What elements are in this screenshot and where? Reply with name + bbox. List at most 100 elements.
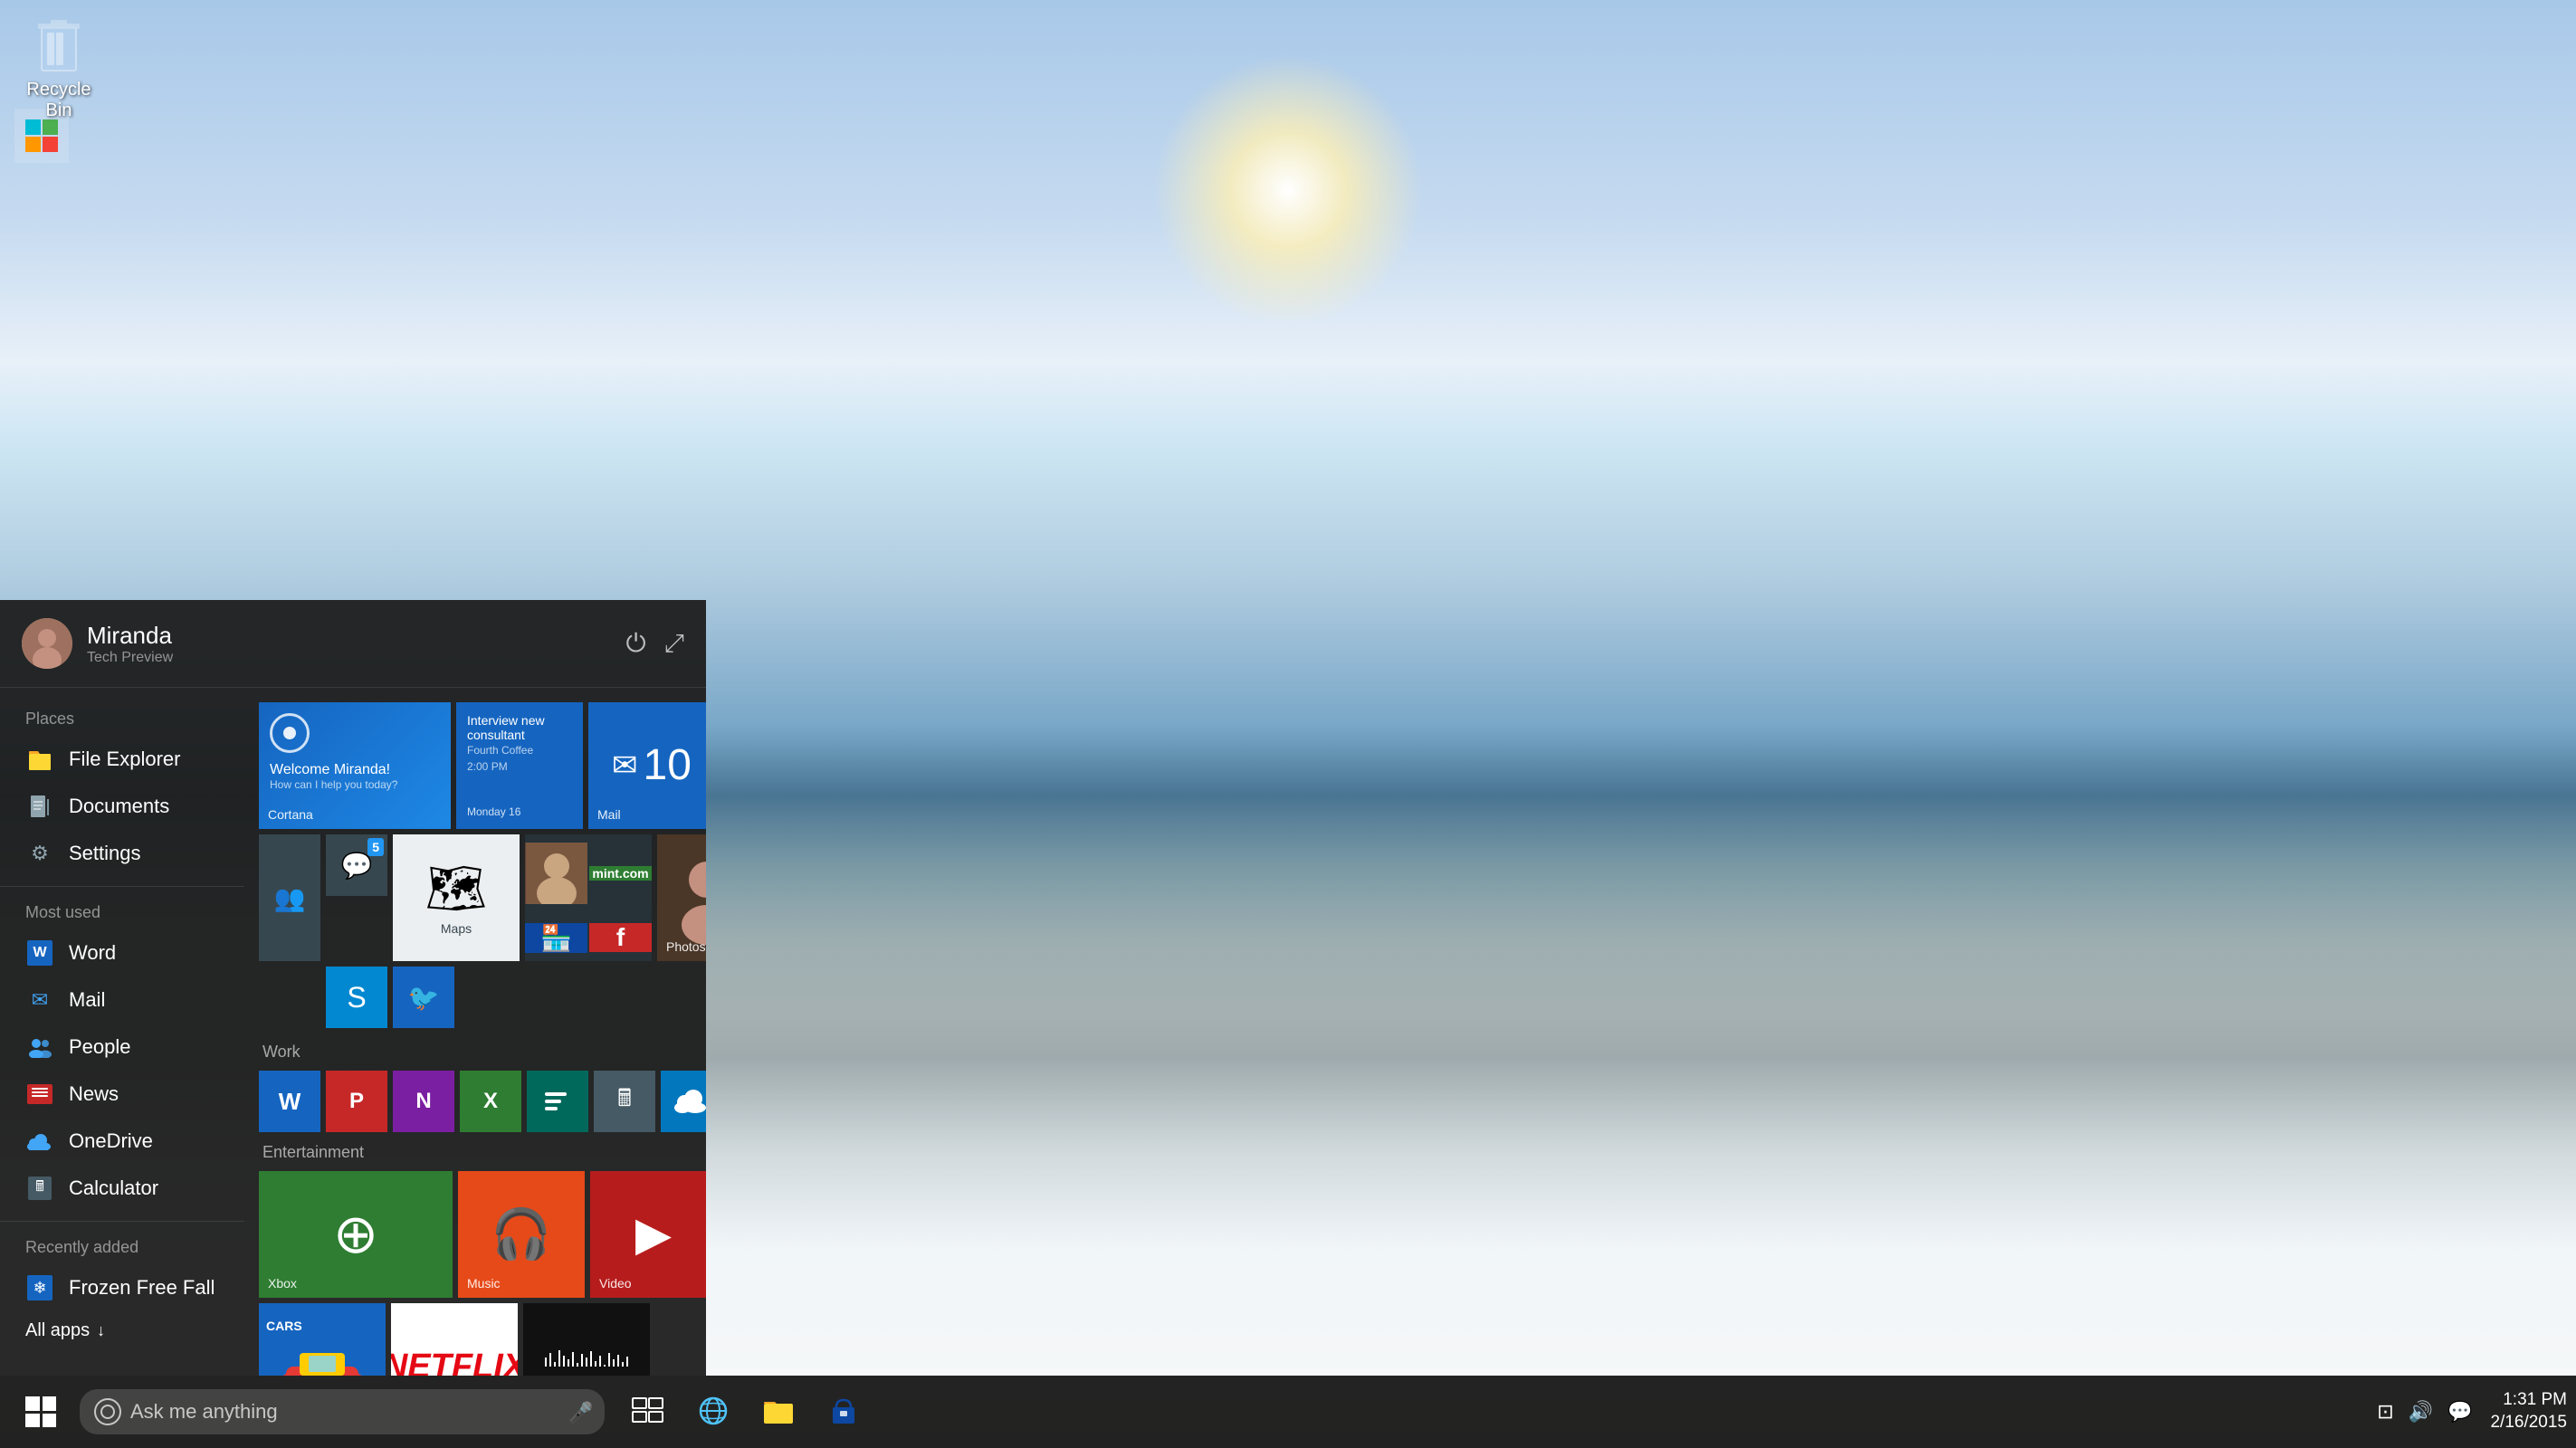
taskbar-clock[interactable]: 1:31 PM 2/16/2015: [2490, 1389, 2567, 1434]
sidebar-item-news[interactable]: News: [0, 1071, 244, 1118]
places-section-title: Places: [0, 702, 244, 736]
search-circle-icon: [94, 1398, 121, 1425]
taskbar-apps: [619, 1385, 873, 1439]
sidebar-item-mail[interactable]: ✉ Mail: [0, 976, 244, 1024]
settings-icon: ⚙: [25, 839, 54, 868]
music-tile[interactable]: 🎧 Music: [458, 1171, 585, 1298]
calendar-event: Interview new consultant: [467, 713, 572, 742]
network-icon[interactable]: ⊡: [2377, 1400, 2393, 1424]
project-tile[interactable]: [527, 1071, 588, 1132]
word-icon: W: [25, 938, 54, 967]
taskbar-app-ie[interactable]: [684, 1385, 742, 1439]
start-menu-left: Places File Explorer: [0, 688, 244, 1376]
settings-label: Settings: [69, 842, 141, 865]
header-actions: ⏻ ⤢: [625, 629, 684, 659]
word-work-tile[interactable]: W: [259, 1071, 320, 1132]
volume-icon[interactable]: 🔊: [2409, 1400, 2433, 1424]
entertainment-row-2: CARS NETFLIX: [259, 1303, 692, 1376]
frozen-free-fall-icon: ❄: [25, 1273, 54, 1302]
music-label: Music: [467, 1276, 501, 1291]
calculator-label: Calculator: [69, 1176, 158, 1200]
recycle-bin-icon[interactable]: Recycle Bin: [18, 18, 100, 121]
mail-count: 10: [644, 744, 692, 787]
mail-tile[interactable]: ✉ 10 Mail: [588, 702, 706, 829]
sidebar-item-onedrive[interactable]: OneDrive: [0, 1118, 244, 1165]
cortana-subtitle: How can I help you today?: [270, 778, 397, 791]
onedrive-label: OneDrive: [69, 1129, 153, 1153]
notification-icon[interactable]: 💬: [2447, 1400, 2472, 1424]
netflix-tile[interactable]: NETFLIX: [391, 1303, 518, 1376]
message-badge: 5: [367, 838, 384, 856]
expand-button[interactable]: ⤢: [664, 629, 684, 659]
play-icon: ▶: [635, 1207, 672, 1262]
cortana-greeting: Welcome Miranda!: [270, 762, 390, 778]
word-label: Word: [69, 941, 116, 965]
sidebar-item-settings[interactable]: ⚙ Settings: [0, 830, 244, 877]
onedrive-work-tile[interactable]: [661, 1071, 706, 1132]
file-explorer-icon: [25, 745, 54, 774]
onenote-tile[interactable]: N: [393, 1071, 454, 1132]
ie-icon: [697, 1395, 730, 1427]
all-apps-button[interactable]: All apps ↓: [0, 1311, 244, 1350]
mail-tile-inner: ✉ 10: [612, 744, 692, 787]
microphone-icon[interactable]: 🎤: [568, 1401, 590, 1423]
svg-text:CARS: CARS: [266, 1319, 302, 1333]
power-button[interactable]: ⏻: [625, 629, 645, 659]
frozen-free-fall-label: Frozen Free Fall: [69, 1276, 215, 1300]
sidebar-item-calculator[interactable]: 🖩 Calculator: [0, 1165, 244, 1212]
tile-area: Welcome Miranda! How can I help you toda…: [244, 688, 706, 1376]
xbox-label: Xbox: [268, 1276, 297, 1291]
all-apps-label: All apps: [25, 1320, 90, 1341]
sidebar-item-people[interactable]: People: [0, 1024, 244, 1071]
powerpoint-tile[interactable]: P: [326, 1071, 387, 1132]
sidebar-item-documents[interactable]: Documents: [0, 783, 244, 830]
sidebar-item-frozen-free-fall[interactable]: ❄ Frozen Free Fall: [0, 1264, 244, 1311]
taskbar-app-file-explorer[interactable]: [749, 1385, 807, 1439]
calc-work-icon: 🖩: [617, 1081, 632, 1121]
cortana-tile[interactable]: Welcome Miranda! How can I help you toda…: [259, 702, 451, 829]
calendar-tile[interactable]: Interview new consultant Fourth Coffee 2…: [456, 702, 583, 829]
skype-twitter-row: S 🐦: [259, 901, 692, 1028]
documents-icon: [25, 792, 54, 821]
calculator-work-tile[interactable]: 🖩: [594, 1071, 655, 1132]
cortana-label: Cortana: [268, 807, 313, 822]
news-icon: [25, 1080, 54, 1109]
system-icons: ⊡ 🔊 💬: [2377, 1400, 2472, 1424]
video-tile[interactable]: ▶ Video: [590, 1171, 706, 1298]
search-placeholder: Ask me anything: [130, 1400, 568, 1424]
ppt-icon: P: [349, 1089, 364, 1114]
store-taskbar-icon: [827, 1395, 860, 1427]
video-label: Video: [599, 1276, 632, 1291]
taskbar-system-tray: ⊡ 🔊 💬 1:31 PM 2/16/2015: [2377, 1389, 2567, 1434]
xbox-tile[interactable]: ⊕ Xbox: [259, 1171, 453, 1298]
excel-tile[interactable]: X: [460, 1071, 521, 1132]
entertainment-section-title: Entertainment: [259, 1143, 692, 1162]
twitter-tile[interactable]: 🐦: [393, 967, 454, 1028]
sidebar-item-word[interactable]: W Word: [0, 929, 244, 976]
taskbar-app-task-view[interactable]: [619, 1385, 677, 1439]
mail-icon: ✉: [25, 986, 54, 1015]
sidebar-item-file-explorer[interactable]: File Explorer: [0, 736, 244, 783]
messaging-tile[interactable]: 💬 5: [326, 834, 387, 896]
skype-tile[interactable]: S: [326, 967, 387, 1028]
taskbar: Ask me anything 🎤: [0, 1376, 2576, 1448]
all-apps-arrow-icon: ↓: [97, 1321, 105, 1340]
search-bar[interactable]: Ask me anything 🎤: [80, 1389, 605, 1434]
music-waves-tile[interactable]: ▶: [523, 1303, 650, 1376]
waveform-icon: [541, 1348, 632, 1376]
entertainment-row-1: ⊕ Xbox 🎧 Music ▶ Video: [259, 1171, 692, 1298]
user-avatar[interactable]: [22, 618, 72, 669]
work-tile-row: W P N X �: [259, 1071, 692, 1132]
cars-image: CARS: [259, 1303, 386, 1376]
divider-1: [0, 886, 244, 887]
headphones-icon: 🎧: [491, 1206, 551, 1263]
person-photo-cell: [525, 843, 587, 904]
cars-tile[interactable]: CARS: [259, 1303, 386, 1376]
start-button[interactable]: [9, 1385, 72, 1439]
netflix-logo: NETFLIX: [391, 1348, 518, 1377]
people-icon: [25, 1033, 54, 1062]
skype-icon: S: [347, 981, 366, 1015]
twitter-icon: 🐦: [408, 983, 440, 1013]
start-menu-body: Places File Explorer: [0, 688, 706, 1376]
taskbar-app-store[interactable]: [815, 1385, 873, 1439]
